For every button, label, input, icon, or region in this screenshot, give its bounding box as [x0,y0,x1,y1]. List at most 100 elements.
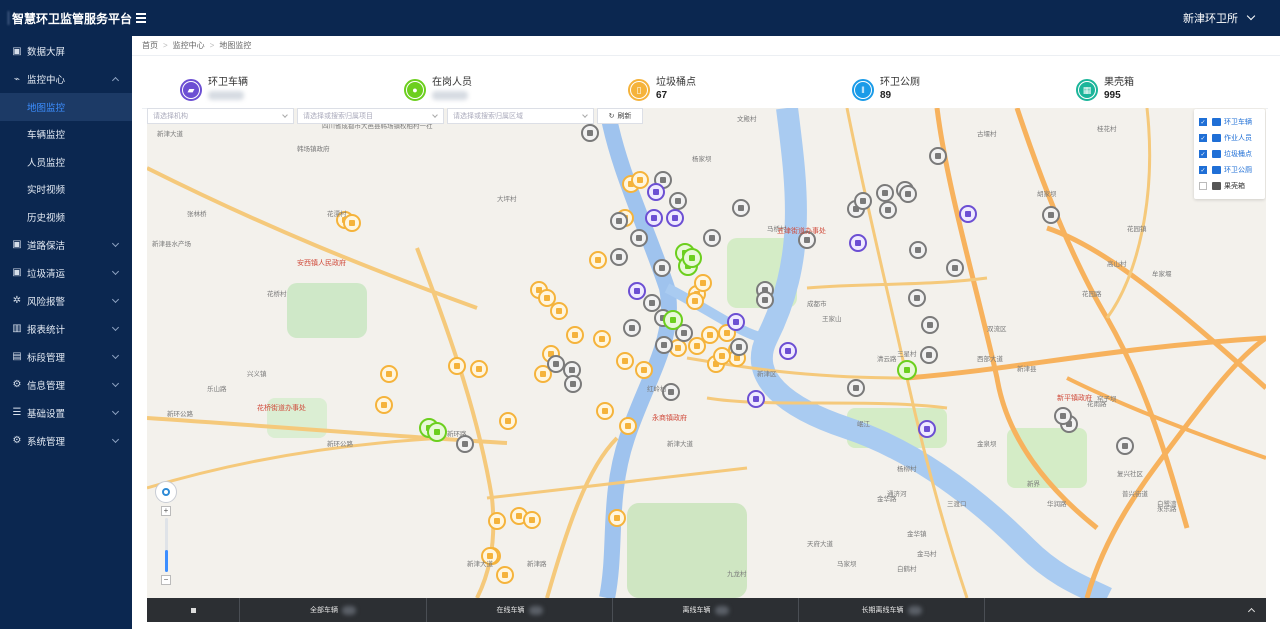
vehicle-marker[interactable] [918,420,936,438]
station-dropdown[interactable]: 新津环卫所 [1183,10,1256,26]
trash-point-marker[interactable] [538,289,556,307]
vehicle-marker[interactable] [876,184,894,202]
checkbox-checked-icon[interactable]: ✓ [1199,166,1207,174]
vehicle-marker[interactable] [921,316,939,334]
vehicle-marker[interactable] [653,259,671,277]
legend-bins[interactable]: 果壳箱 [1199,178,1260,194]
refresh-button[interactable]: ↻ 刷新 [597,108,643,124]
project-select[interactable]: 请选择或搜索归属项目 [297,108,444,124]
checkbox-unchecked-icon[interactable] [1199,182,1207,190]
legend-staff[interactable]: ✓ 作业人员 [1199,130,1260,146]
sidebar-item-info-manage[interactable]: ⚙ 信息管理 [0,371,132,399]
vehicle-marker[interactable] [564,375,582,393]
trash-point-marker[interactable] [523,511,541,529]
vehicle-marker[interactable] [547,355,565,373]
bottom-toggle[interactable] [147,598,240,622]
vehicle-marker[interactable] [581,124,599,142]
sidebar-item-data-screen[interactable]: ▣ 数据大屏 [0,37,132,65]
vehicle-marker[interactable] [730,338,748,356]
poi-district-5[interactable]: 永商镇政府 [652,413,687,423]
trash-point-marker[interactable] [496,566,514,584]
vehicle-marker[interactable] [847,379,865,397]
sidebar-item-basic-settings[interactable]: ☰ 基础设置 [0,399,132,427]
sidebar-subitem-live-video[interactable]: 实时视频 [0,176,132,204]
tab-all-vehicles[interactable]: 全部车辆 [240,598,427,622]
zoom-out-button[interactable]: − [161,575,171,585]
vehicle-marker[interactable] [899,185,917,203]
vehicle-marker[interactable] [849,234,867,252]
vehicle-marker[interactable] [727,313,745,331]
vehicle-marker[interactable] [1054,407,1072,425]
vehicle-marker[interactable] [929,147,947,165]
vehicle-marker[interactable] [946,259,964,277]
tab-online-vehicles[interactable]: 在线车辆 [427,598,613,622]
trash-point-marker[interactable] [635,361,653,379]
trash-point-marker[interactable] [713,347,731,365]
vehicle-marker[interactable] [879,201,897,219]
vehicle-marker[interactable] [1116,437,1134,455]
map-view[interactable]: 新津大道 新环公路 新环公路 新津大道 西部大道 花园路 新环路 新津路 通济河 天府大道 三渡口新… [147,108,1266,598]
trash-point-marker[interactable] [616,352,634,370]
poi-district-1[interactable]: 五津街道办事处 [777,226,826,236]
trash-point-marker[interactable] [596,402,614,420]
trash-point-marker[interactable] [375,396,393,414]
map-canvas[interactable] [147,108,1266,598]
vehicle-marker[interactable] [610,212,628,230]
legend-toilets[interactable]: ✓ 环卫公厕 [1199,162,1260,178]
vehicle-marker[interactable] [628,282,646,300]
trash-point-marker[interactable] [550,302,568,320]
trash-point-marker[interactable] [688,337,706,355]
trash-point-marker[interactable] [619,417,637,435]
org-select[interactable]: 请选择机构 [147,108,294,124]
trash-point-marker[interactable] [589,251,607,269]
sidebar-subitem-map-monitor[interactable]: 地图监控 [0,93,132,121]
staff-marker[interactable] [682,248,702,268]
trash-point-marker[interactable] [499,412,517,430]
vehicle-marker[interactable] [909,241,927,259]
staff-marker[interactable] [663,310,683,330]
vehicle-marker[interactable] [623,319,641,337]
vehicle-marker[interactable] [854,192,872,210]
sidebar-item-section-manage[interactable]: ▤ 标段管理 [0,343,132,371]
vehicle-marker[interactable] [610,248,628,266]
vehicle-marker[interactable] [756,291,774,309]
trash-point-marker[interactable] [470,360,488,378]
sidebar-subitem-history-video[interactable]: 历史视频 [0,203,132,231]
vehicle-marker[interactable] [779,342,797,360]
menu-toggle-icon[interactable] [136,10,152,26]
trash-point-marker[interactable] [593,330,611,348]
vehicle-marker[interactable] [669,192,687,210]
tab-offline-vehicles[interactable]: 离线车辆 [613,598,799,622]
trash-point-marker[interactable] [488,512,506,530]
trash-point-marker[interactable] [380,365,398,383]
sidebar-item-garbage-transport[interactable]: ▣ 垃圾清运 [0,259,132,287]
sidebar-item-report-stats[interactable]: ▥ 报表统计 [0,315,132,343]
vehicle-marker[interactable] [645,209,663,227]
tab-long-offline-vehicles[interactable]: 长期离线车辆 [799,598,985,622]
vehicle-marker[interactable] [666,209,684,227]
trash-point-marker[interactable] [448,357,466,375]
vehicle-marker[interactable] [643,294,661,312]
trash-point-marker[interactable] [694,274,712,292]
vehicle-marker[interactable] [1042,206,1060,224]
vehicle-marker[interactable] [959,205,977,223]
checkbox-checked-icon[interactable]: ✓ [1199,134,1207,142]
trash-point-marker[interactable] [701,326,719,344]
vehicle-marker[interactable] [732,199,750,217]
poi-district-3[interactable]: 花桥街道办事处 [257,403,306,413]
legend-vehicles[interactable]: ✓ 环卫车辆 [1199,114,1260,130]
trash-point-marker[interactable] [631,171,649,189]
checkbox-checked-icon[interactable]: ✓ [1199,118,1207,126]
vehicle-marker[interactable] [908,289,926,307]
sidebar-item-road-cleaning[interactable]: ▣ 道路保洁 [0,231,132,259]
trash-point-marker[interactable] [686,292,704,310]
poi-district-4[interactable]: 新平镇政府 [1057,393,1092,403]
legend-trash[interactable]: ✓ 垃圾桶点 [1199,146,1260,162]
compass-icon[interactable] [155,481,177,503]
trash-point-marker[interactable] [566,326,584,344]
staff-marker[interactable] [427,422,447,442]
expand-button[interactable] [1236,606,1266,616]
vehicle-marker[interactable] [630,229,648,247]
sidebar-subitem-staff-monitor[interactable]: 人员监控 [0,148,132,176]
checkbox-checked-icon[interactable]: ✓ [1199,150,1207,158]
